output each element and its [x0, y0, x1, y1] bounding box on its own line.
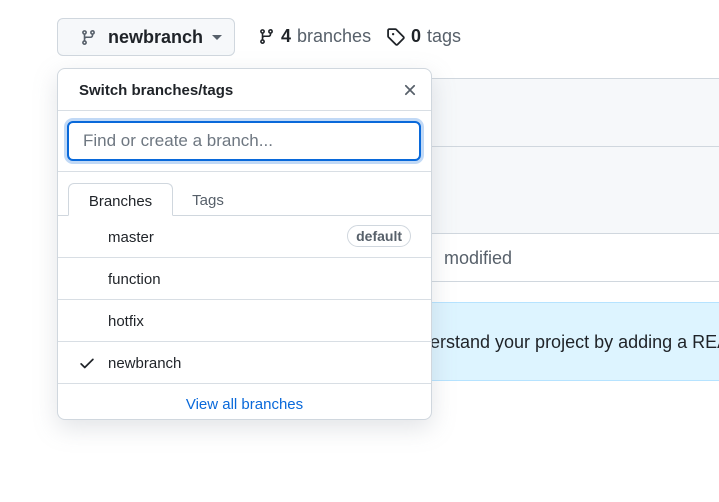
branch-item-newbranch[interactable]: newbranch: [58, 342, 431, 384]
branches-link[interactable]: 4 branches: [258, 26, 371, 47]
branches-count: 4: [281, 26, 292, 46]
view-all-branches-link[interactable]: View all branches: [58, 396, 431, 413]
branch-name: hotfix: [108, 313, 144, 330]
tags-count: 0: [411, 26, 422, 46]
branches-label: branches: [297, 26, 372, 46]
branch-filter-input[interactable]: [67, 121, 421, 161]
branch-name: master: [108, 229, 154, 246]
current-branch-label: newbranch: [108, 26, 204, 47]
git-branch-icon: [260, 29, 273, 44]
branch-select-button[interactable]: newbranch: [57, 18, 235, 56]
branch-name: function: [108, 271, 161, 288]
dropdown-header: Switch branches/tags: [58, 69, 431, 111]
branch-item-hotfix[interactable]: hotfix: [58, 300, 431, 342]
repo-commit-row: modified: [420, 234, 719, 282]
tags-label: tags: [427, 26, 462, 46]
check-icon: [80, 358, 94, 369]
branch-switch-dropdown: Switch branches/tags Branches Tags maste…: [57, 68, 432, 420]
branch-item-function[interactable]: function: [58, 258, 431, 300]
readme-banner: erstand your project by adding a README: [420, 302, 719, 381]
git-branch-icon: [82, 29, 95, 45]
commit-message: modified: [444, 248, 513, 268]
dropdown-filter: [58, 111, 431, 172]
tab-branches[interactable]: Branches: [68, 183, 173, 216]
branch-item-master[interactable]: master default: [58, 216, 431, 258]
default-badge: default: [347, 225, 411, 247]
close-icon[interactable]: [401, 81, 419, 99]
readme-banner-text: erstand your project by adding a README: [430, 332, 719, 352]
tag-icon: [387, 28, 405, 46]
dropdown-title: Switch branches/tags: [79, 82, 234, 99]
tags-link[interactable]: 0 tags: [386, 26, 461, 47]
dropdown-footer: View all branches: [58, 384, 431, 424]
triangle-down-icon: [212, 34, 223, 40]
repo-file-row: [420, 146, 719, 234]
branch-name: newbranch: [108, 355, 182, 372]
tab-tags[interactable]: Tags: [178, 183, 238, 216]
dropdown-tabs: Branches Tags: [58, 172, 431, 216]
repo-file-header: [420, 78, 719, 146]
